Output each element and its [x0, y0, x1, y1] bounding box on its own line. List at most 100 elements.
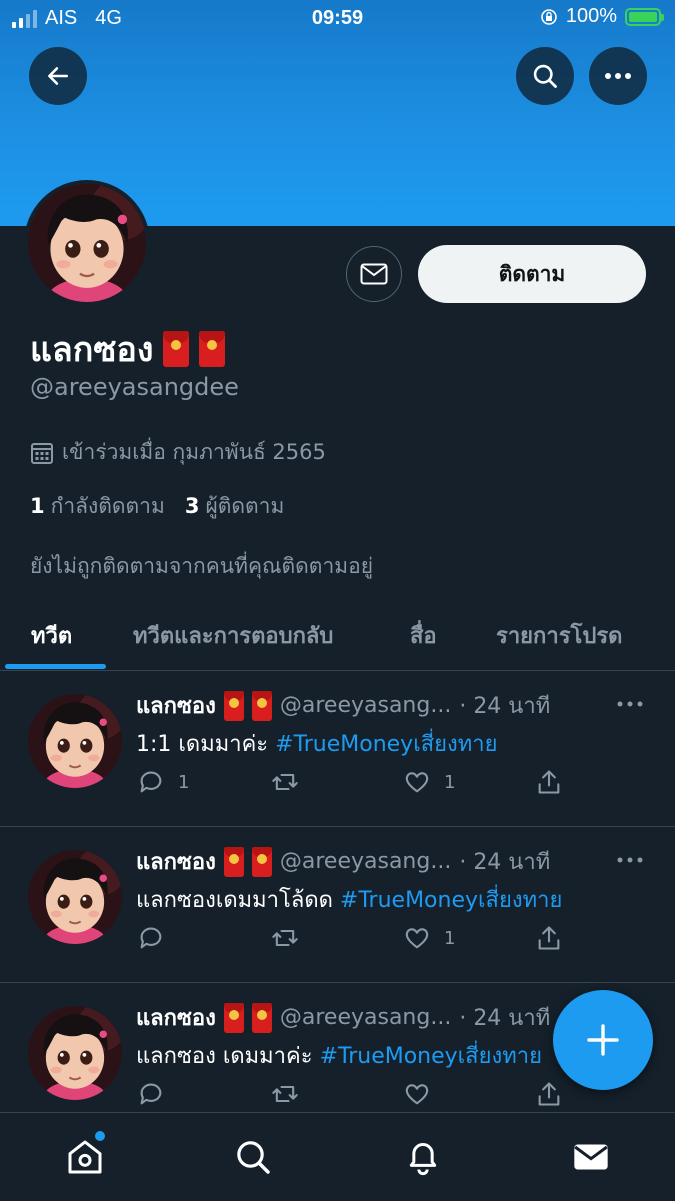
following-label: กำลังติดตาม: [50, 494, 165, 518]
share-icon: [538, 770, 560, 794]
arrow-left-icon: [48, 67, 68, 85]
tweet[interactable]: แลกซอง @areeyasang... · 24 นาที แลกซองเด…: [0, 826, 675, 983]
heart-icon: [405, 1084, 429, 1105]
heart-icon: [405, 928, 429, 949]
red-envelope-emoji: [223, 690, 244, 721]
join-date: เข้าร่วมเมื่อ กุมภาพันธ์ 2565: [30, 436, 326, 469]
message-button[interactable]: [346, 246, 402, 302]
tab-media[interactable]: สื่อ: [410, 618, 437, 653]
tweet[interactable]: แลกซอง @areeyasang... · 24 นาที 1:1 เดมม…: [0, 670, 675, 827]
tweet-avatar[interactable]: [28, 850, 122, 944]
status-bar: AIS 4G 09:59 100%: [0, 0, 675, 38]
calendar-icon: [31, 442, 53, 464]
hashtag-link[interactable]: #TrueMoneyเสี่ยงทาย: [275, 732, 497, 757]
notification-dot: [95, 1131, 105, 1141]
tweet-actions: 1 1: [136, 768, 576, 798]
followers-link[interactable]: 3 ผู้ติดตาม: [185, 490, 284, 523]
ellipsis-icon: [605, 73, 631, 79]
mail-icon: [574, 1144, 608, 1170]
retweet-button[interactable]: [270, 924, 300, 952]
share-button[interactable]: [534, 924, 564, 952]
tweet-author-name: แลกซอง: [136, 694, 216, 719]
tweet-more-icon[interactable]: [616, 694, 644, 714]
search-icon: [533, 64, 557, 88]
back-button[interactable]: [29, 47, 87, 105]
followers-label: ผู้ติดตาม: [205, 494, 285, 518]
nav-search[interactable]: [231, 1135, 275, 1179]
reply-button[interactable]: [136, 924, 178, 952]
tweet-actions: 1: [136, 924, 576, 954]
nav-home[interactable]: [63, 1131, 107, 1179]
compose-tweet-button[interactable]: [553, 990, 653, 1090]
like-button[interactable]: [402, 1080, 444, 1108]
tweet-body: แลกซองเดมมาโล้ดด: [136, 888, 340, 913]
display-name: แลกซอง: [30, 330, 154, 370]
share-button[interactable]: [534, 1080, 564, 1108]
red-envelope-emoji: [199, 331, 226, 367]
like-button[interactable]: 1: [402, 768, 455, 796]
tab-tweets[interactable]: ทวีต: [31, 618, 72, 653]
follow-button[interactable]: ติดตาม: [418, 245, 646, 303]
tweet-time: · 24 นาที: [459, 850, 551, 875]
tweet-time: · 24 นาที: [459, 1006, 551, 1031]
tweet-text: 1:1 เดมมาค่ะ #TrueMoneyเสี่ยงทาย: [136, 726, 498, 761]
reply-button[interactable]: [136, 1080, 178, 1108]
tab-tweets-replies[interactable]: ทวีตและการตอบกลับ: [133, 618, 333, 653]
profile-tabs: ทวีต ทวีตและการตอบกลับ สื่อ รายการโปรด: [0, 598, 675, 671]
following-link[interactable]: 1 กำลังติดตาม: [30, 490, 165, 523]
hashtag-link[interactable]: #TrueMoneyเสี่ยงทาย: [340, 888, 562, 913]
follow-stats: 1 กำลังติดตาม 3 ผู้ติดตาม: [30, 490, 284, 523]
share-icon: [538, 1082, 560, 1106]
hashtag-link[interactable]: #TrueMoneyเสี่ยงทาย: [320, 1044, 542, 1069]
search-button[interactable]: [516, 47, 574, 105]
tweet-text: แลกซองเดมมาโล้ดด #TrueMoneyเสี่ยงทาย: [136, 882, 562, 917]
bottom-navigation: [0, 1112, 675, 1201]
tweet-avatar[interactable]: [28, 1006, 122, 1100]
like-button[interactable]: 1: [402, 924, 455, 952]
red-envelope-emoji: [223, 1002, 244, 1033]
retweet-button[interactable]: [270, 1080, 300, 1108]
join-date-text: เข้าร่วมเมื่อ กุมภาพันธ์ 2565: [62, 440, 326, 464]
reply-icon: [140, 927, 162, 949]
red-envelope-emoji: [251, 1002, 272, 1033]
active-tab-indicator: [5, 664, 106, 669]
tweet-author-handle: @areeyasang...: [279, 849, 452, 874]
red-envelope-emoji: [251, 690, 272, 721]
tweet-author-handle: @areeyasang...: [279, 693, 452, 718]
retweet-icon: [272, 773, 298, 791]
reply-icon: [140, 771, 162, 793]
share-button[interactable]: [534, 768, 564, 796]
tweet-author-name: แลกซอง: [136, 850, 216, 875]
tweet-author-name: แลกซอง: [136, 1006, 216, 1031]
tweet-time: · 24 นาที: [459, 694, 551, 719]
following-count: 1: [30, 494, 45, 518]
tweet-more-icon[interactable]: [616, 850, 644, 870]
share-icon: [538, 926, 560, 950]
tweet-actions: [136, 1080, 576, 1110]
red-envelope-emoji: [251, 846, 272, 877]
profile-handle: @areeyasangdee: [30, 373, 239, 401]
tweet-avatar[interactable]: [28, 694, 122, 788]
retweet-button[interactable]: [270, 768, 300, 796]
nav-notifications[interactable]: [401, 1135, 445, 1179]
home-icon: [68, 1140, 102, 1174]
battery-icon: [625, 7, 664, 26]
tweet-body: แลกซอง เดมมาค่ะ: [136, 1044, 320, 1069]
retweet-icon: [272, 929, 298, 947]
orientation-lock-icon: [541, 8, 557, 25]
reply-button[interactable]: 1: [136, 768, 189, 796]
envelope-icon: [360, 263, 388, 285]
tab-likes[interactable]: รายการโปรด: [496, 618, 622, 653]
battery-percent: 100%: [565, 5, 617, 27]
more-button[interactable]: [589, 47, 647, 105]
followers-count: 3: [184, 494, 200, 518]
nav-messages[interactable]: [569, 1135, 613, 1179]
mutual-followers-note: ยังไม่ถูกติดตามจากคนที่คุณติดตามอยู่: [30, 554, 373, 578]
tweet-body: 1:1 เดมมาค่ะ: [136, 732, 276, 757]
like-count: 1: [444, 771, 456, 793]
tweet-text: แลกซอง เดมมาค่ะ #TrueMoneyเสี่ยงทาย: [136, 1038, 542, 1073]
like-count: 1: [444, 927, 456, 949]
red-envelope-emoji: [163, 331, 190, 367]
profile-avatar[interactable]: [24, 180, 150, 306]
profile-name-row: แลกซอง: [30, 322, 226, 376]
